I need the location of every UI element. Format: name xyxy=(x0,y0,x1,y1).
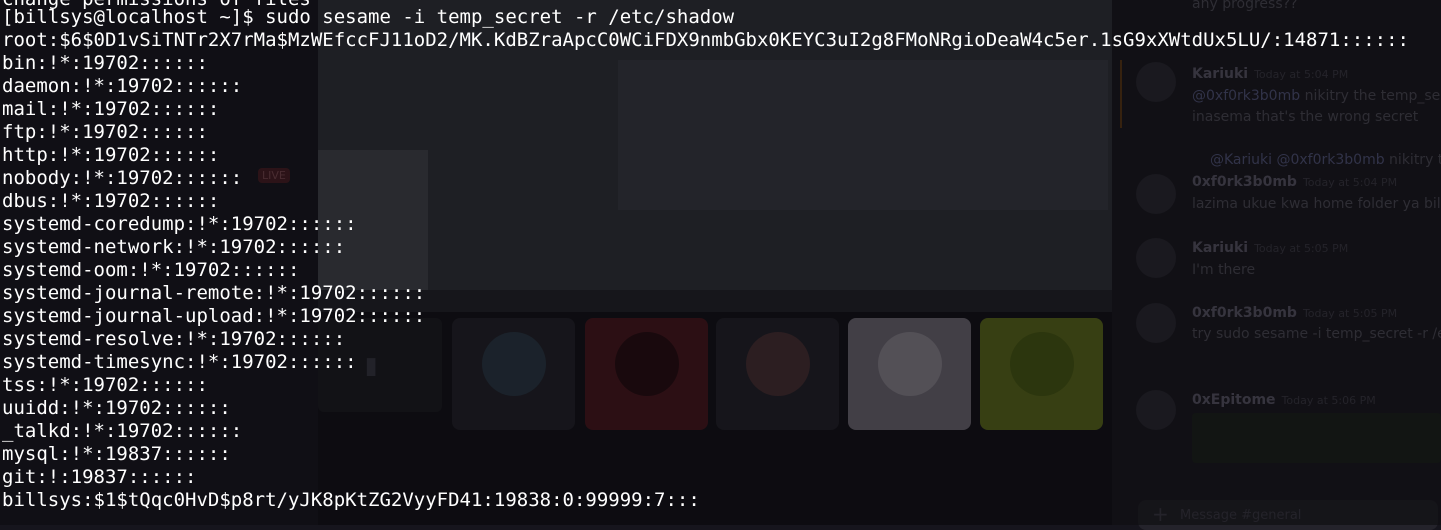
terminal-output-line: systemd-timesync:!*:19702:::::: xyxy=(2,351,357,373)
terminal-output-line: systemd-journal-upload:!*:19702:::::: xyxy=(2,305,426,327)
terminal-window[interactable]: change permissions of files [billsys@loc… xyxy=(0,0,1441,525)
terminal-output-line: root:$6$0D1vSiTNTr2X7rMa$MzWEfccFJ11oD2/… xyxy=(2,29,1409,51)
terminal-output-line: mail:!*:19702:::::: xyxy=(2,98,220,120)
terminal-output-line: bin:!*:19702:::::: xyxy=(2,52,208,74)
terminal-output-line: systemd-resolve:!*:19702:::::: xyxy=(2,328,346,350)
terminal-output-line: systemd-oom:!*:19702:::::: xyxy=(2,259,300,281)
terminal-prompt-command: [billsys@localhost ~]$ sudo sesame -i te… xyxy=(2,6,735,28)
terminal-output-line: nobody:!*:19702:::::: xyxy=(2,167,243,189)
terminal-output-line: uuidd:!*:19702:::::: xyxy=(2,397,231,419)
terminal-output-line: git:!:19837:::::: xyxy=(2,466,197,488)
terminal-output-line: systemd-coredump:!*:19702:::::: xyxy=(2,213,357,235)
terminal-output-line: http:!*:19702:::::: xyxy=(2,144,220,166)
terminal-output-line: systemd-network:!*:19702:::::: xyxy=(2,236,346,258)
terminal-output-line: ftp:!*:19702:::::: xyxy=(2,121,208,143)
terminal-output-line: mysql:!*:19837:::::: xyxy=(2,443,231,465)
terminal-output-line: billsys:$1$tQqc0HvD$p8rt/yJK8pKtZG2VyyFD… xyxy=(2,489,700,511)
terminal-output-line: _talkd:!*:19702:::::: xyxy=(2,420,243,442)
terminal-output-line: daemon:!*:19702:::::: xyxy=(2,75,243,97)
terminal-output-line: systemd-journal-remote:!*:19702:::::: xyxy=(2,282,426,304)
terminal-output-line: dbus:!*:19702:::::: xyxy=(2,190,220,212)
terminal-output-line: tss:!*:19702:::::: xyxy=(2,374,208,396)
